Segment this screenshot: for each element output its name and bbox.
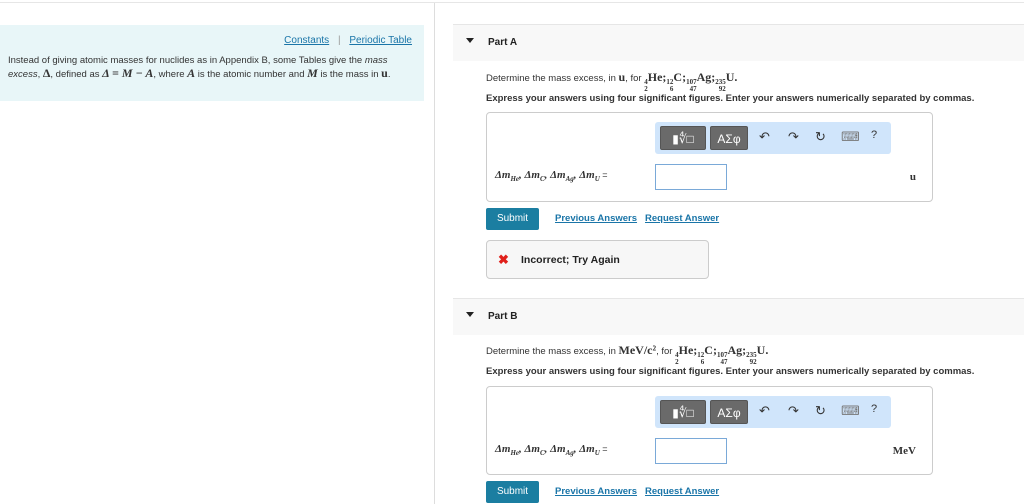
question-for: , for (625, 73, 645, 84)
feedback-text: Incorrect; Try Again (521, 254, 620, 266)
help-icon[interactable]: ? (871, 129, 877, 141)
redo-icon[interactable]: ↷ (788, 129, 799, 145)
resource-links: Constants | Periodic Table (284, 35, 412, 46)
math-M: M (307, 66, 318, 80)
math-u: u (381, 66, 388, 80)
nuclide: 12 6 C; (697, 343, 717, 366)
templates-button[interactable]: ▮∜□ (660, 126, 706, 150)
question-unit: MeV/c² (618, 343, 657, 357)
intro-part: . (387, 69, 391, 80)
error-x-icon: ✖ (498, 252, 509, 267)
templates-button[interactable]: ▮∜□ (660, 400, 706, 424)
math-toolbar: ▮∜□ ΑΣφ ↶ ↷ ↻ ⌨ ? (655, 122, 891, 154)
part-label: Part A (488, 37, 518, 48)
collapse-triangle-icon[interactable] (466, 312, 474, 317)
nuclide-list: 4 2 He; 12 6 C; 107 47 Ag; 235 92 U. (644, 70, 737, 93)
answer-label: ΔmHe, ΔmC, ΔmAg, ΔmU = (495, 169, 608, 184)
question-prefix: Determine the mass excess, in (486, 73, 619, 84)
reset-icon[interactable]: ↻ (815, 129, 826, 145)
greek-symbols-button[interactable]: ΑΣφ (710, 126, 748, 150)
submit-button[interactable]: Submit (486, 481, 539, 503)
nuclide: 4 2 He; (675, 343, 698, 366)
intro-part: is the atomic number and (195, 69, 308, 80)
previous-answers-link[interactable]: Previous Answers (555, 213, 637, 224)
answer-box: ▮∜□ ΑΣφ ↶ ↷ ↻ ⌨ ? ΔmHe, ΔmC, ΔmAg, ΔmU =… (486, 112, 933, 202)
greek-symbols-button[interactable]: ΑΣφ (710, 400, 748, 424)
top-divider (0, 2, 1024, 3)
nuclide: 12 6 C; (666, 70, 687, 93)
nuclide-list: 4 2 He; 12 6 C; 107 47 Ag; 235 92 U. (675, 343, 768, 366)
question-text: Determine the mass excess, in u, for 42H… (486, 70, 737, 93)
intro-part: is the mass in (317, 69, 382, 80)
intro-part: , defined as (50, 69, 103, 80)
answer-label: ΔmHe, ΔmC, ΔmAg, ΔmU = (495, 443, 608, 458)
part-header[interactable]: Part A (453, 24, 1024, 61)
math-formula: Δ = M − A (102, 66, 154, 80)
reset-icon[interactable]: ↻ (815, 403, 826, 419)
submit-button[interactable]: Submit (486, 208, 539, 230)
answer-box: ▮∜□ ΑΣφ ↶ ↷ ↻ ⌨ ? ΔmHe, ΔmC, ΔmAg, ΔmU =… (486, 386, 933, 475)
undo-icon[interactable]: ↶ (759, 129, 770, 145)
request-answer-link[interactable]: Request Answer (645, 486, 719, 497)
help-icon[interactable]: ? (871, 403, 877, 415)
keyboard-icon[interactable]: ⌨ (841, 129, 860, 145)
problem-intro-panel: Constants | Periodic Table Instead of gi… (0, 25, 424, 101)
answer-input[interactable] (655, 164, 727, 190)
answer-unit: u (909, 171, 916, 183)
part-header[interactable]: Part B (453, 298, 1024, 335)
nuclide: 107 47 Ag; (716, 343, 747, 366)
constants-link[interactable]: Constants (284, 35, 329, 46)
intro-part: Instead of giving atomic masses for nucl… (8, 55, 365, 66)
redo-icon[interactable]: ↷ (788, 403, 799, 419)
feedback-box: ✖ Incorrect; Try Again (486, 240, 709, 279)
intro-part: , where (153, 69, 188, 80)
instructions: Express your answers using four signific… (486, 93, 975, 104)
answer-input[interactable] (655, 438, 727, 464)
keyboard-icon[interactable]: ⌨ (841, 403, 860, 419)
question-prefix: Determine the mass excess, in (486, 346, 619, 357)
nuclide: 235 92 U. (746, 343, 769, 366)
nuclide: 235 92 U. (715, 70, 738, 93)
instructions: Express your answers using four signific… (486, 366, 975, 377)
link-separator: | (337, 35, 341, 46)
intro-text: Instead of giving atomic masses for nucl… (8, 55, 418, 81)
math-A: A (187, 66, 196, 80)
question-for: , for (656, 346, 676, 357)
answer-unit: MeV (892, 445, 916, 457)
nuclide: 4 2 He; (644, 70, 667, 93)
undo-icon[interactable]: ↶ (759, 403, 770, 419)
part-label: Part B (488, 311, 518, 322)
periodic-table-link[interactable]: Periodic Table (349, 35, 412, 46)
math-toolbar: ▮∜□ ΑΣφ ↶ ↷ ↻ ⌨ ? (655, 396, 891, 428)
nuclide: 107 47 Ag; (686, 70, 716, 93)
previous-answers-link[interactable]: Previous Answers (555, 486, 637, 497)
collapse-triangle-icon[interactable] (466, 38, 474, 43)
question-text: Determine the mass excess, in MeV/c², fo… (486, 343, 768, 366)
column-divider (434, 3, 435, 504)
request-answer-link[interactable]: Request Answer (645, 213, 719, 224)
